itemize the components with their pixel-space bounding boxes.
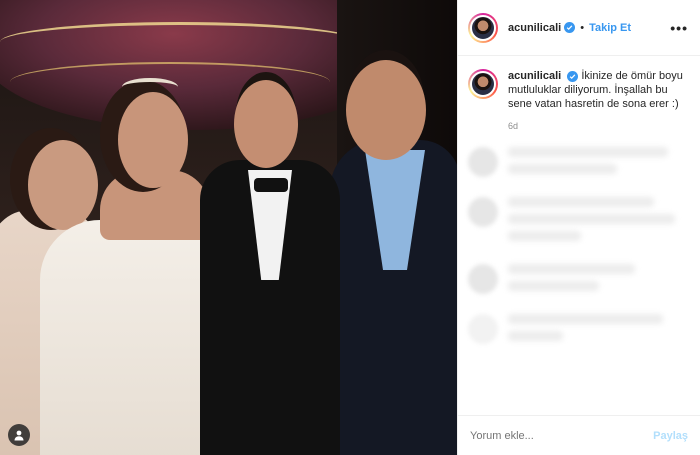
follow-button[interactable]: Takip Et <box>589 22 631 34</box>
blurred-line <box>508 214 676 224</box>
blurred-avatar <box>468 147 498 177</box>
person-glyph-icon <box>14 430 24 441</box>
check-icon <box>569 74 576 80</box>
blurred-line <box>508 314 663 324</box>
blurred-line <box>508 231 581 241</box>
check-icon <box>566 25 573 31</box>
list-item <box>468 314 690 348</box>
caption-avatar[interactable] <box>468 69 498 99</box>
comments-section[interactable]: acunilicali İkinize de ömür boyu mutlulu… <box>458 57 700 415</box>
blurred-line <box>508 264 636 274</box>
avatar-image <box>470 14 496 41</box>
blurred-comment <box>508 264 690 298</box>
string-lights <box>0 22 360 62</box>
blurred-avatar <box>468 264 498 294</box>
blurred-line <box>508 164 618 174</box>
bow-tie <box>254 178 288 192</box>
caption-username[interactable]: acunilicali <box>508 70 561 82</box>
blurred-comment <box>508 147 690 181</box>
list-item <box>468 147 690 181</box>
user-tag-icon[interactable] <box>8 424 30 446</box>
instagram-post-modal: acunilicali • Takip Et ••• acunilicali İ… <box>0 0 700 455</box>
avatar[interactable] <box>468 12 498 43</box>
blurred-avatar <box>468 197 498 227</box>
list-item <box>468 264 690 298</box>
blurred-line <box>508 281 599 291</box>
tiara <box>122 78 178 96</box>
username-link[interactable]: acunilicali <box>508 22 561 34</box>
bride-head <box>118 92 188 188</box>
man-head <box>346 60 426 160</box>
blurred-avatar <box>468 314 498 344</box>
post-photo[interactable] <box>0 0 457 455</box>
post-timestamp[interactable]: 6d <box>508 121 690 131</box>
list-item <box>468 197 690 248</box>
groom-head <box>234 80 298 168</box>
blurred-line <box>508 331 563 341</box>
more-options-icon[interactable]: ••• <box>670 20 688 36</box>
post-comment-button[interactable]: Paylaş <box>653 430 688 442</box>
caption: acunilicali İkinize de ömür boyu mutlulu… <box>508 69 690 111</box>
blurred-comment <box>508 314 690 348</box>
post-header: acunilicali • Takip Et ••• <box>458 0 700 56</box>
separator-dot: • <box>580 21 585 34</box>
verified-badge-icon <box>567 71 579 82</box>
caption-avatar-image <box>470 71 496 97</box>
blurred-comment <box>508 197 690 248</box>
verified-badge-icon <box>564 22 576 33</box>
comment-input[interactable] <box>470 429 654 442</box>
girl-head <box>28 140 98 230</box>
comment-bar: Paylaş <box>458 415 700 455</box>
blurred-line <box>508 197 654 207</box>
caption-row: acunilicali İkinize de ömür boyu mutlulu… <box>468 69 690 111</box>
blurred-line <box>508 147 669 157</box>
post-side-panel: acunilicali • Takip Et ••• acunilicali İ… <box>457 0 700 455</box>
